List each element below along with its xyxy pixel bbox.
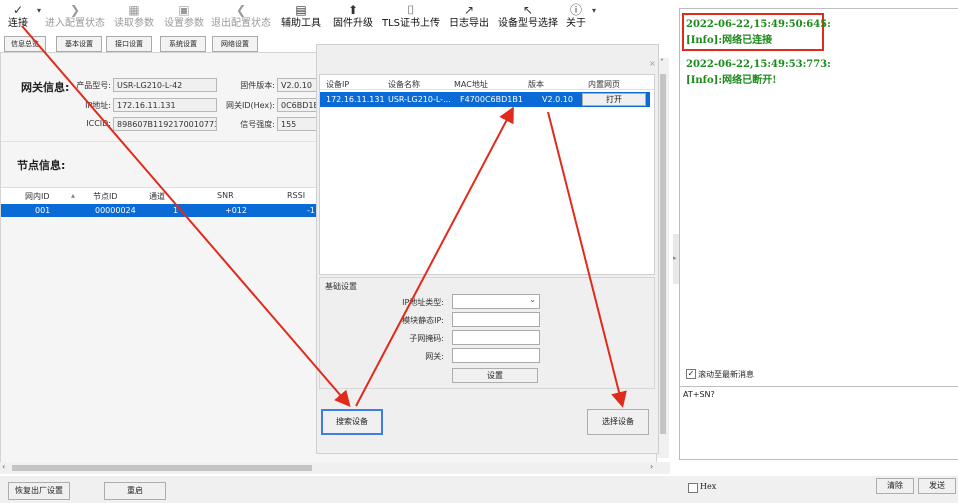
arrow-connect-to-search xyxy=(21,25,351,408)
arrow-search-to-result xyxy=(355,106,514,407)
annotation-arrows xyxy=(21,25,627,408)
arrow-result-to-select xyxy=(547,111,627,408)
